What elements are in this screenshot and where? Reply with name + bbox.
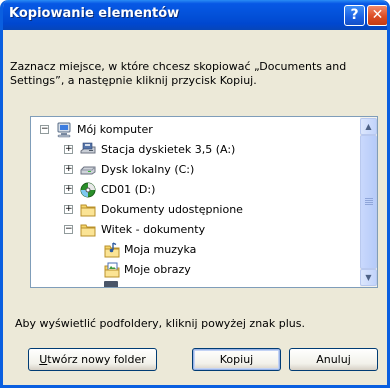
tree-item-label: Stacja dyskietek 3,5 (A:) — [101, 143, 236, 156]
tree-item-my-computer[interactable]: − Mój komputer — [31, 121, 361, 139]
scroll-grip-line — [365, 204, 373, 205]
copy-button[interactable]: Kopiuj — [192, 348, 281, 371]
scroll-grip-line — [365, 202, 373, 203]
expand-toggle[interactable]: + — [64, 165, 73, 174]
tree-item-label: Moja muzyka — [124, 243, 197, 256]
chevron-up-icon: ▲ — [365, 122, 372, 131]
collapse-toggle[interactable]: − — [40, 125, 49, 134]
hard-drive-icon — [80, 166, 96, 175]
scroll-grip-line — [365, 200, 373, 201]
vertical-scrollbar[interactable]: ▲ ▼ — [360, 117, 377, 287]
tree-item-label: Dysk lokalny (C:) — [101, 163, 195, 176]
tree-item-local-disk[interactable]: + Dysk lokalny (C:) — [31, 161, 361, 179]
tree-item-my-music[interactable]: Moja muzyka — [31, 241, 361, 259]
help-button[interactable]: ? — [344, 5, 365, 26]
title-bar[interactable]: Kopiowanie elementów ? ✕ — [3, 0, 387, 30]
scroll-thumb[interactable] — [360, 135, 377, 269]
tree-item-witek-documents[interactable]: − Witek - dokumenty — [31, 221, 361, 239]
tree-item-cd-drive[interactable]: + CD01 (D:) — [31, 181, 361, 199]
tree-item-label: Dokumenty udostępnione — [101, 203, 243, 216]
tree-item-label: Moje obrazy — [124, 263, 191, 276]
tree-item-my-pictures[interactable]: Moje obrazy — [31, 261, 361, 279]
help-icon: ? — [350, 7, 359, 23]
new-folder-button[interactable]: Utwórz nowy folder — [28, 348, 157, 371]
hint-text: Aby wyświetlić podfoldery, kliknij powyż… — [15, 317, 306, 330]
expand-toggle[interactable]: + — [64, 185, 73, 194]
folder-tree[interactable]: − Mój komputer + Stacja dyskietek 3,5 (A… — [30, 116, 378, 288]
copy-items-dialog: Kopiowanie elementów ? ✕ Zaznacz miejsce… — [0, 0, 390, 388]
new-folder-label: twórz nowy folder — [47, 353, 146, 366]
computer-icon — [57, 122, 71, 138]
music-folder-icon — [104, 242, 120, 258]
tree-item-shared-documents[interactable]: + Dokumenty udostępnione — [31, 201, 361, 219]
tree-item-floppy-drive[interactable]: + Stacja dyskietek 3,5 (A:) — [31, 141, 361, 159]
instruction-text: Zaznacz miejsce, w które chcesz skopiowa… — [10, 60, 347, 87]
collapse-toggle[interactable]: − — [64, 225, 73, 234]
scroll-up-button[interactable]: ▲ — [360, 118, 377, 135]
tree-item-label: Mój komputer — [77, 123, 153, 136]
cancel-button-label: Anuluj — [316, 353, 351, 366]
tree-item-partial — [104, 281, 118, 287]
cd-drive-icon — [80, 182, 96, 198]
scroll-grip-line — [365, 198, 373, 199]
expand-toggle[interactable]: + — [64, 145, 73, 154]
cancel-button[interactable]: Anuluj — [289, 348, 378, 371]
close-icon: ✕ — [371, 7, 384, 23]
folder-icon — [80, 204, 96, 217]
chevron-down-icon: ▼ — [365, 273, 372, 282]
floppy-drive-icon — [80, 142, 96, 154]
tree-item-label: Witek - dokumenty — [101, 223, 206, 236]
folder-icon — [80, 224, 96, 237]
close-button[interactable]: ✕ — [367, 5, 387, 26]
scroll-down-button[interactable]: ▼ — [360, 269, 377, 286]
expand-toggle[interactable]: + — [64, 205, 73, 214]
tree-item-label: CD01 (D:) — [101, 183, 156, 196]
dialog-title: Kopiowanie elementów — [9, 6, 180, 21]
pictures-folder-icon — [104, 262, 120, 278]
copy-button-label: Kopiuj — [219, 353, 254, 366]
